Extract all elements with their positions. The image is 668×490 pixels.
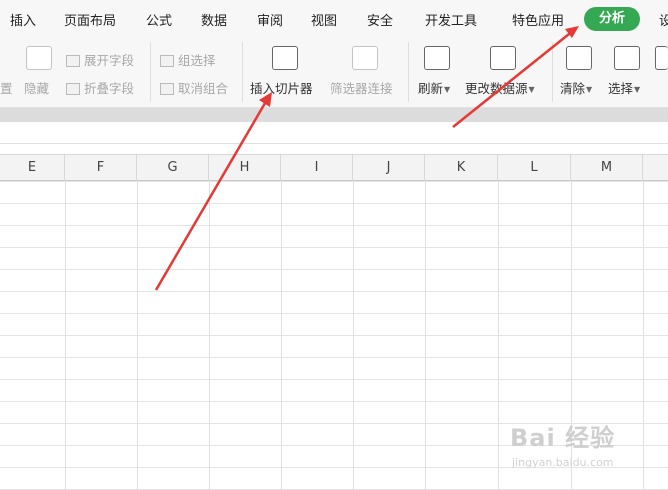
arrow-line-analyze <box>452 29 575 128</box>
arrow-line-slicer <box>154 97 270 291</box>
annotation-arrows <box>154 26 579 291</box>
